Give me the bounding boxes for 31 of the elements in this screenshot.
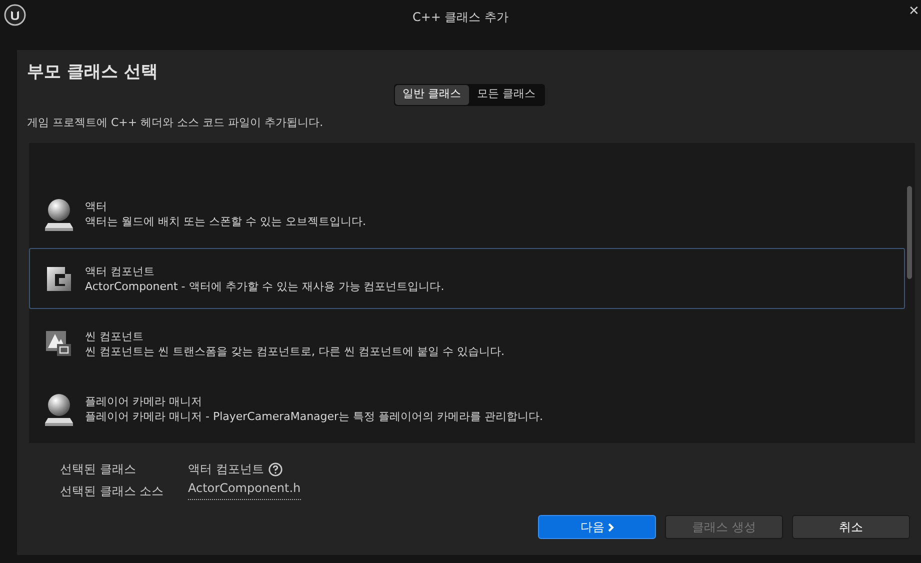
class-name: 액터	[85, 198, 108, 214]
class-name: 플레이어 카메라 매니저	[85, 394, 203, 408]
engine-logo-icon	[4, 4, 26, 26]
dialog-button[interactable]: 다음	[538, 515, 656, 539]
source-file-link[interactable]: ActorComponent.h	[188, 482, 301, 500]
class-list-item[interactable]: 씬 컴포넌트 씬 컴포넌트는 씬 트랜스폼을 갖는 컴포넌트로, 다른 씬 컴포넌트에 붙일 수 있습니다.	[29, 313, 905, 374]
dialog-heading: 부모 클래스 선택	[27, 61, 159, 84]
filter-tab[interactable]: 모든 클래스	[469, 84, 544, 104]
chevron-right-icon	[608, 522, 614, 532]
dialog-button[interactable]: 취소	[792, 515, 910, 539]
field-label: 선택된 클래스	[60, 461, 137, 478]
class-name: 액터 컴포넌트	[85, 264, 156, 278]
scrollbar-thumb[interactable]	[907, 186, 912, 279]
class-description: 플레이어 카메라 매니저 - PlayerCameraManager는 특정 플레이어의 카메라를 관리합니다.	[85, 408, 544, 424]
scene-component-icon	[45, 330, 73, 358]
filter-tab[interactable]: 일반 클래스	[394, 84, 469, 104]
class-description: ActorComponent - 액터에 추가할 수 있는 재사용 가능 컴포넌트입니다.	[85, 278, 444, 294]
close-button[interactable]: ✕	[907, 2, 921, 22]
help-icon[interactable]	[268, 462, 283, 476]
sphere-on-pedestal-icon	[44, 392, 74, 426]
class-list-item[interactable]: 액터 컴포넌트 ActorComponent - 액터에 추가할 수 있는 재사용 가능 컴포넌트입니다.	[29, 248, 905, 309]
class-list-item[interactable]: 플레이어 카메라 매니저 플레이어 카메라 매니저 - PlayerCameraManager는 특정 플레이어의 카메라를 관리합니다.	[29, 378, 905, 439]
description-text: 게임 프로젝트에 C++ 헤더와 소스 코드 파일이 추가됩니다.	[26, 114, 324, 130]
field-label: 선택된 클래스 소스	[60, 483, 165, 500]
class-name: 씬 컴포넌트	[85, 328, 144, 344]
window-title: C++ 클래스 추가	[412, 9, 509, 26]
class-description: 씬 컴포넌트는 씬 트랜스폼을 갖는 컴포넌트로, 다른 씬 컴포넌트에 붙일 수 있습니다.	[85, 344, 504, 358]
class-description: 액터는 월드에 배치 또는 스폰할 수 있는 오브젝트입니다.	[85, 214, 366, 228]
sphere-on-pedestal-icon	[44, 196, 74, 230]
class-list-item[interactable]: 액터 액터는 월드에 배치 또는 스폰할 수 있는 오브젝트입니다.	[29, 183, 905, 244]
field-value: 액터 컴포넌트	[188, 461, 264, 478]
